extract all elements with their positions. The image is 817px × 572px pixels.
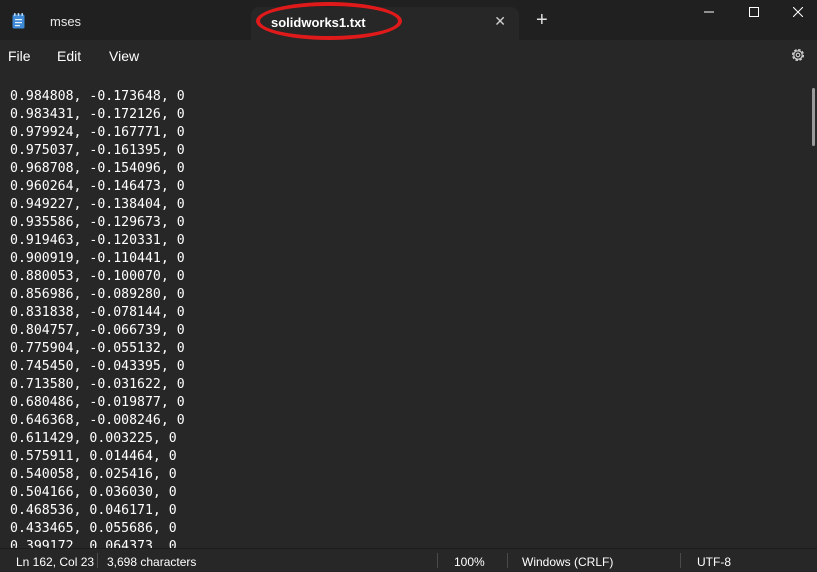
text-line: 0.831838, -0.078144, 0 — [10, 305, 185, 320]
text-line: 0.983431, -0.172126, 0 — [10, 107, 185, 122]
notepad-icon — [12, 13, 25, 29]
tab-close-icon[interactable]: ✕ — [494, 13, 506, 30]
text-line: 0.979924, -0.167771, 0 — [10, 125, 185, 140]
minimize-icon — [704, 11, 714, 13]
minimize-button[interactable] — [686, 0, 732, 24]
text-line: 0.919463, -0.120331, 0 — [10, 233, 185, 248]
title-bar: mses solidworks1.txt ✕ + — [0, 0, 817, 40]
vertical-scrollbar-thumb[interactable] — [812, 88, 815, 146]
document-text: 0.984808, -0.173648, 0 0.983431, -0.17212… — [10, 88, 185, 548]
status-bar: Ln 162, Col 23 3,698 characters 100% Win… — [0, 548, 817, 572]
status-divider — [437, 553, 438, 568]
menu-file[interactable]: File — [8, 48, 31, 64]
text-line: 0.949227, -0.138404, 0 — [10, 197, 185, 212]
text-line: 0.975037, -0.161395, 0 — [10, 143, 185, 158]
text-line: 0.399172, 0.064373, 0 — [10, 539, 177, 548]
status-divider — [680, 553, 681, 568]
text-line: 0.935586, -0.129673, 0 — [10, 215, 185, 230]
text-line: 0.856986, -0.089280, 0 — [10, 287, 185, 302]
gear-icon[interactable] — [789, 46, 807, 64]
new-tab-button[interactable]: + — [536, 10, 548, 30]
status-encoding[interactable]: UTF-8 — [697, 555, 731, 569]
text-line: 0.745450, -0.043395, 0 — [10, 359, 185, 374]
text-line: 0.804757, -0.066739, 0 — [10, 323, 185, 338]
status-cursor-position: Ln 162, Col 23 — [16, 555, 95, 569]
maximize-icon — [749, 7, 759, 17]
menu-edit[interactable]: Edit — [57, 48, 81, 64]
red-annotation-ellipse — [256, 2, 402, 40]
menu-bar: File Edit View — [0, 40, 817, 72]
status-line-ending[interactable]: Windows (CRLF) — [522, 555, 613, 569]
maximize-button[interactable] — [731, 0, 777, 24]
text-line: 0.984808, -0.173648, 0 — [10, 89, 185, 104]
menu-view[interactable]: View — [109, 48, 139, 64]
text-line: 0.646368, -0.008246, 0 — [10, 413, 185, 428]
status-zoom[interactable]: 100% — [454, 555, 485, 569]
text-line: 0.540058, 0.025416, 0 — [10, 467, 177, 482]
text-line: 0.504166, 0.036030, 0 — [10, 485, 177, 500]
text-line: 0.680486, -0.019877, 0 — [10, 395, 185, 410]
status-divider — [507, 553, 508, 568]
text-line: 0.880053, -0.100070, 0 — [10, 269, 185, 284]
close-window-button[interactable] — [775, 0, 817, 24]
close-icon — [793, 7, 803, 17]
text-editor[interactable]: 0.984808, -0.173648, 0 0.983431, -0.17212… — [0, 72, 817, 548]
text-line: 0.433465, 0.055686, 0 — [10, 521, 177, 536]
text-line: 0.468536, 0.046171, 0 — [10, 503, 177, 518]
status-character-count: 3,698 characters — [107, 555, 197, 569]
text-line: 0.900919, -0.110441, 0 — [10, 251, 185, 266]
status-divider — [97, 553, 98, 568]
text-line: 0.968708, -0.154096, 0 — [10, 161, 185, 176]
text-line: 0.960264, -0.146473, 0 — [10, 179, 185, 194]
text-line: 0.611429, 0.003225, 0 — [10, 431, 177, 446]
text-line: 0.713580, -0.031622, 0 — [10, 377, 185, 392]
text-line: 0.575911, 0.014464, 0 — [10, 449, 177, 464]
text-line: 0.775904, -0.055132, 0 — [10, 341, 185, 356]
tab-mses[interactable]: mses — [50, 14, 81, 29]
